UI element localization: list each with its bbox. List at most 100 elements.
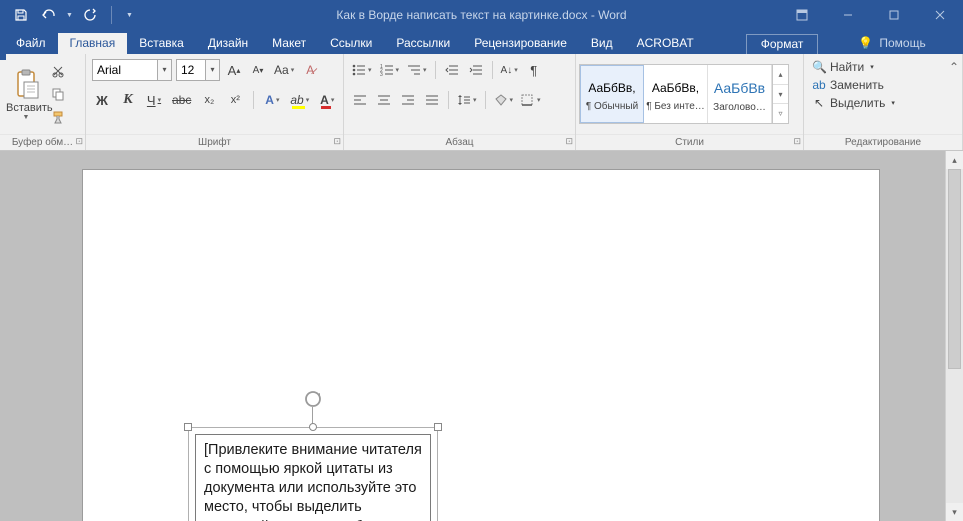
- clipboard-launcher-icon[interactable]: ⊡: [75, 136, 83, 147]
- style-no-spacing[interactable]: АаБбВв, ¶ Без инте…: [644, 65, 708, 123]
- editing-group-label: Редактирование: [845, 137, 921, 148]
- increase-indent-button[interactable]: [466, 59, 486, 81]
- style-heading1[interactable]: АаБбВв Заголово…: [708, 65, 772, 123]
- tab-file[interactable]: Файл: [4, 33, 58, 54]
- style-expand-icon[interactable]: ▿: [773, 104, 788, 123]
- tab-home[interactable]: Главная: [58, 33, 128, 54]
- clipboard-icon: [10, 68, 42, 100]
- italic-button[interactable]: К: [118, 89, 138, 111]
- align-center-button[interactable]: [374, 89, 394, 111]
- paragraph-launcher-icon[interactable]: ⊡: [565, 136, 573, 147]
- scroll-up-icon[interactable]: ▴: [946, 151, 963, 169]
- bold-button[interactable]: Ж: [92, 89, 112, 111]
- justify-button[interactable]: [422, 89, 442, 111]
- qat-customize-icon[interactable]: ▼: [126, 12, 133, 19]
- strikethrough-button[interactable]: abc: [170, 89, 193, 111]
- text-effects-button[interactable]: A: [262, 89, 282, 111]
- close-icon[interactable]: [917, 0, 963, 30]
- scroll-thumb[interactable]: [948, 169, 961, 369]
- scroll-track[interactable]: [946, 169, 963, 503]
- font-launcher-icon[interactable]: ⊡: [333, 136, 341, 147]
- styles-group-label: Стили: [675, 137, 704, 148]
- clear-formatting-button[interactable]: A̷: [300, 59, 320, 81]
- tab-view[interactable]: Вид: [579, 33, 625, 54]
- resize-handle-tl[interactable]: [184, 423, 192, 431]
- underline-button[interactable]: Ч: [144, 89, 164, 111]
- borders-button[interactable]: [519, 89, 543, 111]
- format-painter-button[interactable]: [48, 108, 68, 126]
- tab-design[interactable]: Дизайн: [196, 33, 260, 54]
- font-group-label: Шрифт: [198, 137, 231, 148]
- highlight-button[interactable]: ab: [288, 89, 311, 111]
- style-gallery: АаБбВв, ¶ Обычный АаБбВв, ¶ Без инте… Аа…: [579, 64, 789, 124]
- resize-handle-tm[interactable]: [309, 423, 317, 431]
- undo-icon[interactable]: [38, 4, 60, 26]
- scroll-down-icon[interactable]: ▾: [946, 503, 963, 521]
- styles-launcher-icon[interactable]: ⊡: [793, 136, 801, 147]
- vertical-scrollbar[interactable]: ▴ ▾: [945, 151, 963, 521]
- paste-button[interactable]: Вставить ▼: [6, 68, 46, 121]
- numbering-button[interactable]: 123: [378, 59, 402, 81]
- maximize-icon[interactable]: [871, 0, 917, 30]
- grow-font-button[interactable]: A▴: [224, 59, 244, 81]
- redo-icon[interactable]: [79, 4, 101, 26]
- group-styles: АаБбВв, ¶ Обычный АаБбВв, ¶ Без инте… Аа…: [576, 54, 804, 150]
- lightbulb-icon: 💡: [858, 36, 873, 50]
- style-preview: АаБбВв: [714, 76, 765, 102]
- tab-mailings[interactable]: Рассылки: [384, 33, 462, 54]
- style-scroll: ▴ ▾ ▿: [772, 65, 788, 123]
- document-area: [Привлеките внимание читателя с помощью …: [0, 151, 963, 521]
- tab-insert[interactable]: Вставка: [127, 33, 196, 54]
- multilevel-button[interactable]: [405, 59, 429, 81]
- window-title: Как в Ворде написать текст на картинке.d…: [336, 8, 626, 22]
- tell-me-search[interactable]: 💡 Помощь: [858, 36, 925, 54]
- subscript-button[interactable]: x₂: [199, 89, 219, 111]
- tell-me-label: Помощь: [879, 36, 925, 50]
- style-name: Заголово…: [710, 102, 770, 113]
- select-button[interactable]: ↖Выделить▾: [812, 96, 895, 110]
- ribbon-options-icon[interactable]: [779, 0, 825, 30]
- bullets-button[interactable]: [350, 59, 374, 81]
- tab-acrobat[interactable]: ACROBAT: [625, 33, 706, 54]
- show-marks-button[interactable]: ¶: [524, 59, 544, 81]
- collapse-ribbon-icon[interactable]: ⌃: [949, 60, 959, 74]
- line-spacing-button[interactable]: [455, 89, 479, 111]
- style-preview: АаБбВв,: [652, 77, 699, 101]
- tab-references[interactable]: Ссылки: [318, 33, 384, 54]
- titlebar: ▼ ▼ Как в Ворде написать текст на картин…: [0, 0, 963, 30]
- find-button[interactable]: 🔍Найти▾: [812, 60, 874, 74]
- align-left-button[interactable]: [350, 89, 370, 111]
- tab-format[interactable]: Формат: [746, 34, 819, 54]
- superscript-button[interactable]: x²: [225, 89, 245, 111]
- sort-button[interactable]: A↓: [499, 59, 520, 81]
- change-case-button[interactable]: Aa: [272, 59, 296, 81]
- copy-button[interactable]: [48, 85, 68, 103]
- font-family-combo[interactable]: Arial▾: [92, 59, 172, 81]
- minimize-icon[interactable]: [825, 0, 871, 30]
- replace-button[interactable]: abЗаменить: [812, 78, 884, 92]
- rotation-handle-icon[interactable]: [303, 389, 323, 409]
- save-icon[interactable]: [10, 4, 32, 26]
- resize-handle-tr[interactable]: [434, 423, 442, 431]
- textbox-content[interactable]: [Привлеките внимание читателя с помощью …: [195, 434, 431, 521]
- style-up-icon[interactable]: ▴: [773, 65, 788, 85]
- shrink-font-button[interactable]: A▾: [248, 59, 268, 81]
- shading-button[interactable]: [492, 89, 516, 111]
- document-scroll[interactable]: [Привлеките внимание читателя с помощью …: [0, 151, 945, 521]
- cut-button[interactable]: [48, 62, 68, 80]
- decrease-indent-button[interactable]: [442, 59, 462, 81]
- group-paragraph: 123 A↓ ¶ Абзац⊡: [344, 54, 576, 150]
- style-normal[interactable]: АаБбВв, ¶ Обычный: [580, 65, 644, 123]
- tab-review[interactable]: Рецензирование: [462, 33, 579, 54]
- paste-label: Вставить: [6, 102, 46, 114]
- style-name: ¶ Обычный: [582, 101, 642, 112]
- font-color-button[interactable]: A: [317, 89, 337, 111]
- group-font: Arial▾ 12▾ A▴ A▾ Aa A̷ Ж К Ч abc x₂ x² A…: [86, 54, 344, 150]
- qat-separator: [111, 6, 112, 24]
- style-down-icon[interactable]: ▾: [773, 85, 788, 105]
- font-size-combo[interactable]: 12▾: [176, 59, 220, 81]
- group-clipboard: Вставить ▼ Буфер обм…⊡: [0, 54, 86, 150]
- tab-layout[interactable]: Макет: [260, 33, 318, 54]
- align-right-button[interactable]: [398, 89, 418, 111]
- cursor-icon: ↖: [812, 96, 826, 110]
